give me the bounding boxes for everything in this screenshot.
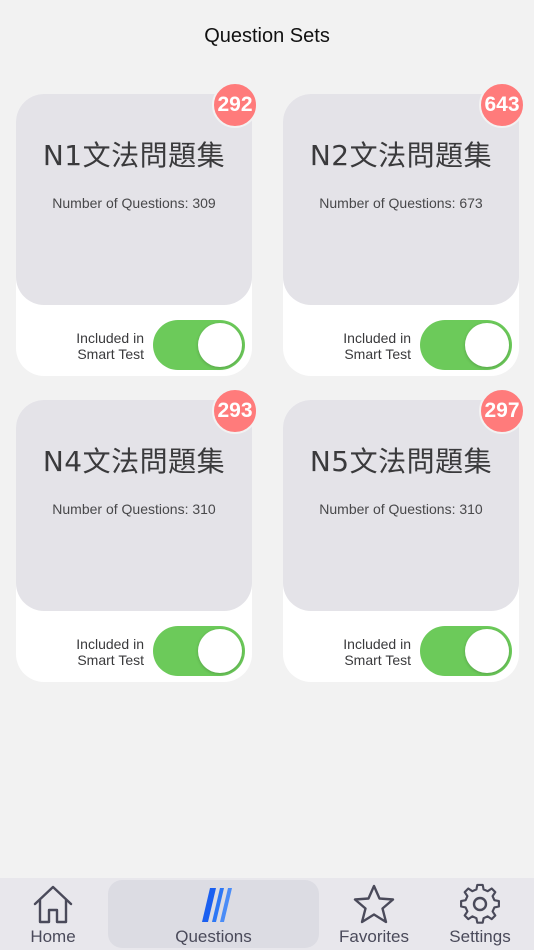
home-icon xyxy=(33,885,73,924)
toggle-knob xyxy=(465,629,509,673)
question-set-card[interactable]: N2文法問題集 Number of Questions: 673 643 Inc… xyxy=(283,82,525,376)
unanswered-badge: 643 xyxy=(479,82,525,128)
smart-test-label: Included in Smart Test xyxy=(323,330,411,362)
tab-settings-label: Settings xyxy=(449,927,511,946)
card-title: N2文法問題集 xyxy=(309,139,493,172)
smart-test-label-line1: Included in xyxy=(343,636,411,652)
unanswered-badge: 292 xyxy=(212,82,258,128)
page-title: Question Sets xyxy=(204,24,330,47)
smart-test-label-line1: Included in xyxy=(343,330,411,346)
tab-bar: Home Questions Favorites Settings xyxy=(0,878,534,950)
unanswered-badge: 293 xyxy=(212,388,258,434)
question-set-card[interactable]: N4文法問題集 Number of Questions: 310 293 Inc… xyxy=(16,388,258,682)
questions-icon xyxy=(201,888,232,922)
tab-questions[interactable]: Questions xyxy=(108,880,319,948)
unanswered-badge: 297 xyxy=(479,388,525,434)
card-title: N4文法問題集 xyxy=(42,445,226,478)
card-question-count: Number of Questions: 310 xyxy=(52,501,216,517)
smart-test-toggle[interactable] xyxy=(153,320,245,370)
smart-test-label-line2: Smart Test xyxy=(77,652,144,668)
tab-favorites-label: Favorites xyxy=(339,927,409,946)
smart-test-label-line2: Smart Test xyxy=(77,346,144,362)
card-question-count: Number of Questions: 309 xyxy=(52,195,216,211)
gear-icon xyxy=(460,883,500,924)
tab-home-label: Home xyxy=(30,927,76,946)
smart-test-label: Included in Smart Test xyxy=(56,636,144,668)
question-set-card[interactable]: N5文法問題集 Number of Questions: 310 297 Inc… xyxy=(283,388,525,682)
tab-favorites[interactable]: Favorites xyxy=(326,880,422,948)
card-question-count: Number of Questions: 673 xyxy=(319,195,483,211)
tab-home[interactable]: Home xyxy=(4,880,102,948)
smart-test-label: Included in Smart Test xyxy=(56,330,144,362)
smart-test-toggle[interactable] xyxy=(153,626,245,676)
smart-test-label-line1: Included in xyxy=(76,636,144,652)
card-title: N5文法問題集 xyxy=(309,445,493,478)
question-set-card[interactable]: N1文法問題集 Number of Questions: 309 292 Inc… xyxy=(16,82,258,376)
star-icon xyxy=(353,884,395,924)
smart-test-label-line2: Smart Test xyxy=(344,346,411,362)
smart-test-label-line1: Included in xyxy=(76,330,144,346)
tab-questions-label: Questions xyxy=(175,927,252,946)
toggle-knob xyxy=(198,323,242,367)
toggle-knob xyxy=(465,323,509,367)
tab-settings[interactable]: Settings xyxy=(432,880,528,948)
page: Question Sets N1文法問題集 Number of Question… xyxy=(0,0,534,950)
card-question-count: Number of Questions: 310 xyxy=(319,501,483,517)
smart-test-label: Included in Smart Test xyxy=(323,636,411,668)
smart-test-toggle[interactable] xyxy=(420,320,512,370)
header: Question Sets xyxy=(0,0,534,72)
toggle-knob xyxy=(198,629,242,673)
smart-test-toggle[interactable] xyxy=(420,626,512,676)
card-title: N1文法問題集 xyxy=(42,139,226,172)
smart-test-label-line2: Smart Test xyxy=(344,652,411,668)
